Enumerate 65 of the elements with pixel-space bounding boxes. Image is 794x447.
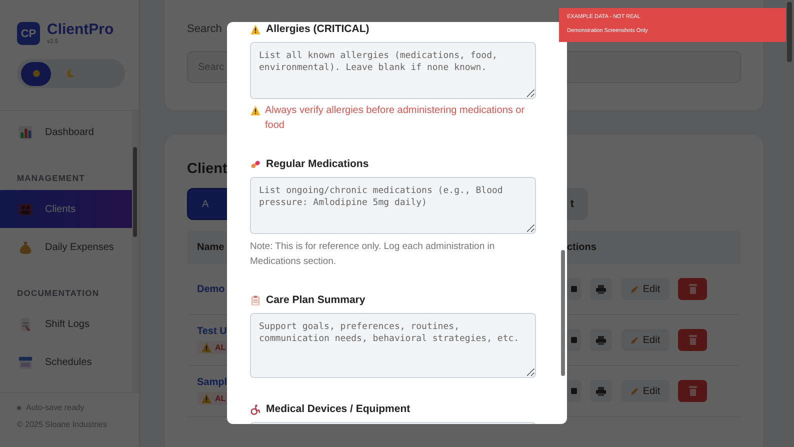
document-icon [18,316,33,332]
print-button[interactable] [590,380,612,402]
money-bag-icon [18,240,33,254]
pill-icon [250,158,261,170]
warning-icon [201,342,212,353]
wheelchair-icon [250,404,261,414]
delete-button[interactable] [678,380,707,402]
trash-icon [688,335,696,345]
app-name: ClientPro [47,22,114,38]
action-button[interactable] [567,278,581,300]
print-button[interactable] [590,329,612,351]
sidebar-item[interactable]: Daily Expenses [0,228,132,266]
text-area[interactable]: Support goals, preferences, routines, communication needs, behavioral strategies, etc. [250,313,536,378]
edit-button[interactable]: Edit [621,278,669,300]
trash-icon [688,386,696,396]
dialog-scrollbar[interactable] [561,250,565,376]
field-label: Care Plan Summary [266,294,366,306]
edit-button[interactable]: Edit [621,380,669,402]
action-icon [571,286,577,292]
field-label: Allergies (CRITICAL) [266,23,370,35]
sidebar-item[interactable]: Clients [0,190,132,228]
action-button[interactable] [567,329,581,351]
print-button[interactable] [590,278,612,300]
action-icon [571,388,577,394]
pencil-icon [630,336,639,344]
calendar-icon [18,354,33,370]
text-area[interactable]: List ongoing/chronic medications (e.g., Blood pressure: Amlodipine 5mg daily) [250,177,536,234]
card-title: Client [187,161,228,177]
field-label: Regular Medications [266,158,369,170]
warning-icon [201,393,212,404]
search-label: Search [187,23,222,35]
allergy-badge: AL [197,341,230,354]
printer-icon [596,386,606,396]
trash-icon [688,284,696,294]
printer-icon [596,336,606,344]
sun-icon [30,68,42,79]
edit-button[interactable]: Edit [621,329,669,351]
pencil-icon [630,386,639,396]
sidebar-item[interactable]: Dashboard [0,113,132,151]
section-heading: MANAGEMENT [16,172,86,185]
status-dot [17,406,21,410]
sidebar-item[interactable]: Shift Logs [0,305,132,343]
moon-icon [64,68,76,79]
column-header: ctions [567,242,596,253]
sidebar-item[interactable]: Schedules [0,343,132,381]
app-logo: CP [17,22,40,45]
clipboard-icon [250,294,261,306]
warning-icon [250,24,261,34]
bar-chart-icon [18,124,33,140]
printer-icon [596,284,606,294]
theme-option[interactable] [21,62,51,86]
note-text: Note: This is for reference only. Log each administration in Medications section. [250,240,496,269]
action-button[interactable] [567,380,581,402]
allergy-badge: AL [197,392,230,405]
column-header: Name [197,242,224,253]
pencil-icon [630,284,639,294]
section-heading: DOCUMENTATION [16,287,100,300]
field-label: Medical Devices / Equipment [266,403,410,415]
delete-button[interactable] [678,278,707,300]
action-icon [571,337,577,343]
warning-icon [250,105,261,116]
warning-text: Always verify allergies before administering medications or food [265,104,526,133]
delete-button[interactable] [678,329,707,351]
scrollbar[interactable] [132,111,139,392]
text-area[interactable]: List all known allergies (medications, food, environmental). Leave blank if none known. [250,42,536,99]
